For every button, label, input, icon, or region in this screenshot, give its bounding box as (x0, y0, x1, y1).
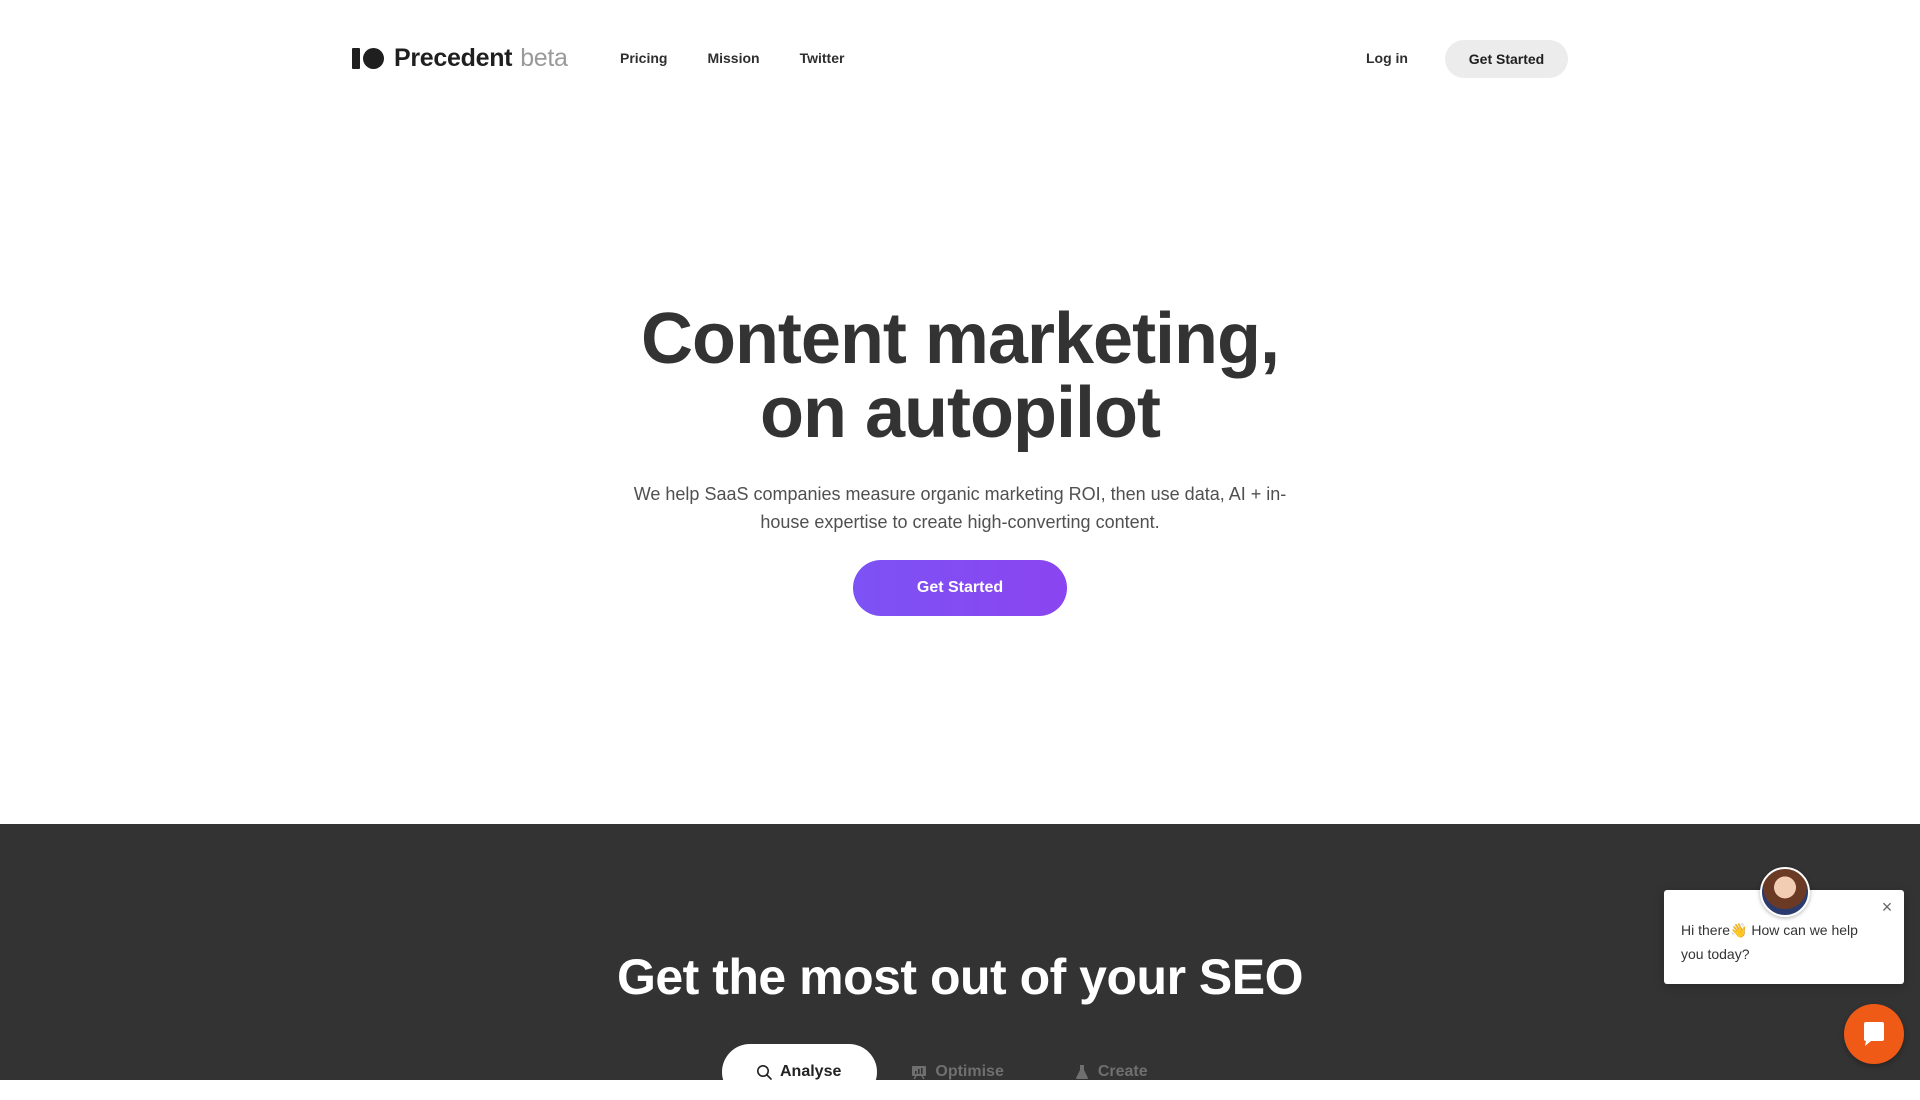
chart-icon (912, 1066, 927, 1080)
search-icon (757, 1065, 772, 1080)
tab-analyse[interactable]: Analyse (722, 1044, 878, 1100)
header-get-started-button[interactable]: Get Started (1445, 40, 1568, 78)
hero-title-line-1: Content marketing, (640, 299, 1280, 379)
logo[interactable]: Precedent beta (352, 44, 568, 73)
tab-create[interactable]: Create (1040, 1044, 1184, 1100)
flask-icon (1075, 1065, 1088, 1079)
login-link[interactable]: Log in (1366, 50, 1408, 66)
chat-launcher-button[interactable] (1844, 1004, 1904, 1064)
tab-label: Create (1097, 1063, 1148, 1080)
feature-tabs: Analyse Optimise Create (722, 1044, 1184, 1100)
hero-subtitle: We help SaaS companies measure organic m… (633, 484, 1287, 532)
nav-link-twitter[interactable]: Twitter (800, 50, 845, 66)
hero-title: Content marketing, on autopilot (360, 302, 1560, 450)
tab-optimise[interactable]: Optimise (877, 1044, 1039, 1100)
support-agent-avatar (1760, 867, 1810, 917)
features-title: Get the most out of your SEO (616, 949, 1304, 1005)
tab-label: Analyse (780, 1063, 842, 1080)
logo-beta-label: beta (520, 44, 568, 72)
nav-link-pricing[interactable]: Pricing (620, 50, 667, 66)
hero-get-started-button[interactable]: Get Started (853, 560, 1067, 616)
nav-link-mission[interactable]: Mission (707, 50, 759, 66)
chat-bubble-icon (1864, 1022, 1884, 1046)
tab-label: Optimise (935, 1063, 1004, 1080)
chat-greeting-message: Hi there👋 How can we help you today? (1681, 922, 1858, 962)
main-nav: Pricing Mission Twitter (620, 50, 844, 66)
logo-mark-icon (352, 48, 384, 69)
close-icon[interactable]: × (1878, 898, 1896, 916)
hero-title-line-2: on autopilot (760, 373, 1161, 453)
site-header: Precedent beta Pricing Mission Twitter L… (0, 0, 1920, 120)
features-section: Get the most out of your SEO Analyse Opt… (0, 824, 1920, 1100)
logo-name: Precedent (394, 44, 513, 72)
